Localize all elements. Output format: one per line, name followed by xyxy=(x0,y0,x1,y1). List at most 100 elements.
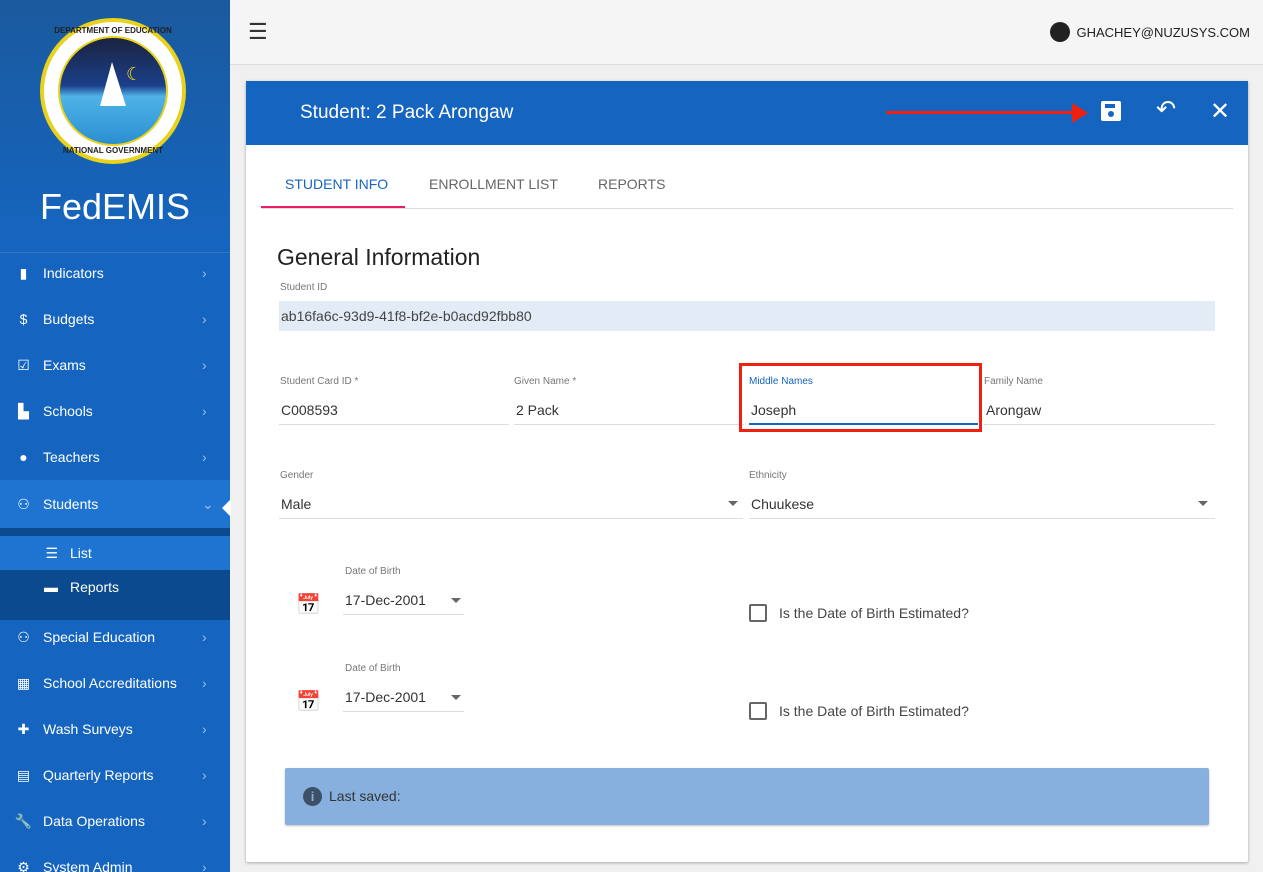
chart-box-icon: ▮ xyxy=(0,265,43,282)
ethnicity-select[interactable]: Chuukese xyxy=(751,496,814,512)
close-icon[interactable]: ✕ xyxy=(1210,97,1230,126)
card-id-input[interactable]: C008593 xyxy=(281,402,338,418)
submenu-item-list[interactable]: ☰List xyxy=(0,536,230,570)
info-icon: i xyxy=(303,787,322,806)
submenu-label: List xyxy=(70,545,92,561)
logo-text-top: DEPARTMENT OF EDUCATION xyxy=(44,26,182,35)
dob-select[interactable]: 17-Dec-2001 xyxy=(345,689,426,705)
sidebar-item-students[interactable]: ⚇Students⌄ xyxy=(0,480,230,528)
sidebar-item-teachers[interactable]: ●Teachers› xyxy=(0,434,230,480)
person-icon: ● xyxy=(0,449,43,465)
sidebar-item-system-admin[interactable]: ⚙System Admin› xyxy=(0,844,230,872)
nav-label: System Admin xyxy=(43,859,202,872)
given-name-label: Given Name * xyxy=(514,376,576,387)
sidebar: DEPARTMENT OF EDUCATION ☾ NATIONAL GOVER… xyxy=(0,0,230,872)
nav-label: Indicators xyxy=(43,265,202,281)
family-name-label: Family Name xyxy=(984,376,1043,387)
sidebar-item-exams[interactable]: ☑Exams› xyxy=(0,342,230,388)
dob-label: Date of Birth xyxy=(345,566,401,577)
gear-icon: ⚙ xyxy=(0,859,43,872)
middle-names-input[interactable]: Joseph xyxy=(751,402,796,418)
chevron-right-icon: › xyxy=(202,403,230,419)
nav-label: Schools xyxy=(43,403,202,419)
calendar-icon[interactable]: 📅 xyxy=(296,689,321,714)
dropdown-arrow-icon xyxy=(728,501,738,506)
dropdown-arrow-icon xyxy=(1198,501,1208,506)
clipboard-check-icon: ☑ xyxy=(0,357,43,374)
given-name-input[interactable]: 2 Pack xyxy=(516,402,559,418)
chevron-right-icon: › xyxy=(202,629,230,645)
chevron-right-icon: › xyxy=(202,721,230,737)
ethnicity-label: Ethnicity xyxy=(749,470,787,481)
dob-estimated-checkbox[interactable] xyxy=(749,702,767,720)
annotation-highlight-box xyxy=(739,363,982,432)
chart-bar-icon: ▦ xyxy=(0,675,43,692)
tab-student-info[interactable]: STUDENT INFO xyxy=(285,176,388,192)
dollar-icon: $ xyxy=(0,311,43,327)
people-icon: ⚇ xyxy=(0,629,43,646)
folder-icon: ▬ xyxy=(0,579,70,595)
top-bar: ☰ GHACHEY@NUZUSYS.COM xyxy=(230,0,1263,65)
student-id-value: ab16fa6c-93d9-41f8-bf2e-b0acd92fbb80 xyxy=(281,308,532,324)
sidebar-item-indicators[interactable]: ▮Indicators› xyxy=(0,250,230,296)
active-indicator xyxy=(222,499,231,517)
submenu-item-reports[interactable]: ▬Reports xyxy=(0,570,230,604)
nav-label: School Accreditations xyxy=(43,675,202,691)
nav-label: Students xyxy=(43,496,202,512)
annotation-arrowhead xyxy=(1072,103,1088,123)
dob-estimated-label: Is the Date of Birth Estimated? xyxy=(779,703,969,719)
family-name-input[interactable]: Arongaw xyxy=(986,402,1041,418)
sidebar-item-special-education[interactable]: ⚇Special Education› xyxy=(0,614,230,660)
chevron-right-icon: › xyxy=(202,767,230,783)
gender-label: Gender xyxy=(280,470,313,481)
dropdown-arrow-icon xyxy=(451,598,461,603)
sidebar-item-wash-surveys[interactable]: ✚Wash Surveys› xyxy=(0,706,230,752)
dob-select[interactable]: 17-Dec-2001 xyxy=(345,592,426,608)
sidebar-item-schools[interactable]: ▙Schools› xyxy=(0,388,230,434)
chevron-right-icon: › xyxy=(202,449,230,465)
nav-label: Wash Surveys xyxy=(43,721,202,737)
chevron-right-icon: › xyxy=(202,859,230,872)
chevron-right-icon: › xyxy=(202,813,230,829)
nav-label: Special Education xyxy=(43,629,202,645)
last-saved-banner: i Last saved: xyxy=(285,768,1209,825)
last-saved-text: Last saved: xyxy=(329,788,401,804)
undo-icon[interactable]: ↶ xyxy=(1156,95,1176,124)
sidebar-item-quarterly-reports[interactable]: ▤Quarterly Reports› xyxy=(0,752,230,798)
save-icon[interactable] xyxy=(1101,101,1121,121)
tab-reports[interactable]: REPORTS xyxy=(598,176,665,192)
tab-enrollment-list[interactable]: ENROLLMENT LIST xyxy=(429,176,558,192)
chevron-right-icon: › xyxy=(202,311,230,327)
department-logo: DEPARTMENT OF EDUCATION ☾ NATIONAL GOVER… xyxy=(40,18,186,164)
student-card: Student: 2 Pack Arongaw ↶ ✕ STUDENT INFO… xyxy=(246,81,1248,862)
nav-label: Data Operations xyxy=(43,813,202,829)
logo-text-bottom: NATIONAL GOVERNMENT xyxy=(44,146,182,155)
sidebar-item-data-operations[interactable]: 🔧Data Operations› xyxy=(0,798,230,844)
nav-label: Exams xyxy=(43,357,202,373)
hamburger-menu-icon[interactable]: ☰ xyxy=(248,22,268,42)
people-icon: ⚇ xyxy=(0,496,43,513)
sidebar-item-school-accreditations[interactable]: ▦School Accreditations› xyxy=(0,660,230,706)
calendar-icon[interactable]: 📅 xyxy=(296,592,321,617)
nav-label: Teachers xyxy=(43,449,202,465)
card-id-label: Student Card ID * xyxy=(280,376,358,387)
chevron-right-icon: › xyxy=(202,357,230,373)
sidebar-item-budgets[interactable]: $Budgets› xyxy=(0,296,230,342)
student-id-field: ab16fa6c-93d9-41f8-bf2e-b0acd92fbb80 xyxy=(279,301,1215,331)
annotation-arrow xyxy=(886,111,1078,114)
wrench-icon: 🔧 xyxy=(0,813,43,830)
user-menu[interactable]: GHACHEY@NUZUSYS.COM xyxy=(1050,22,1250,42)
list-icon: ☰ xyxy=(0,545,70,562)
chevron-right-icon: › xyxy=(202,675,230,691)
section-heading: General Information xyxy=(277,244,480,271)
account-circle-icon xyxy=(1050,22,1070,42)
clipboard-icon: ▤ xyxy=(0,767,43,784)
dob-estimated-label: Is the Date of Birth Estimated? xyxy=(779,605,969,621)
medical-plus-icon: ✚ xyxy=(0,721,43,738)
student-id-label: Student ID xyxy=(280,282,327,293)
nav-label: Budgets xyxy=(43,311,202,327)
nav-label: Quarterly Reports xyxy=(43,767,202,783)
gender-select[interactable]: Male xyxy=(281,496,311,512)
chevron-right-icon: › xyxy=(202,265,230,281)
dob-estimated-checkbox[interactable] xyxy=(749,604,767,622)
